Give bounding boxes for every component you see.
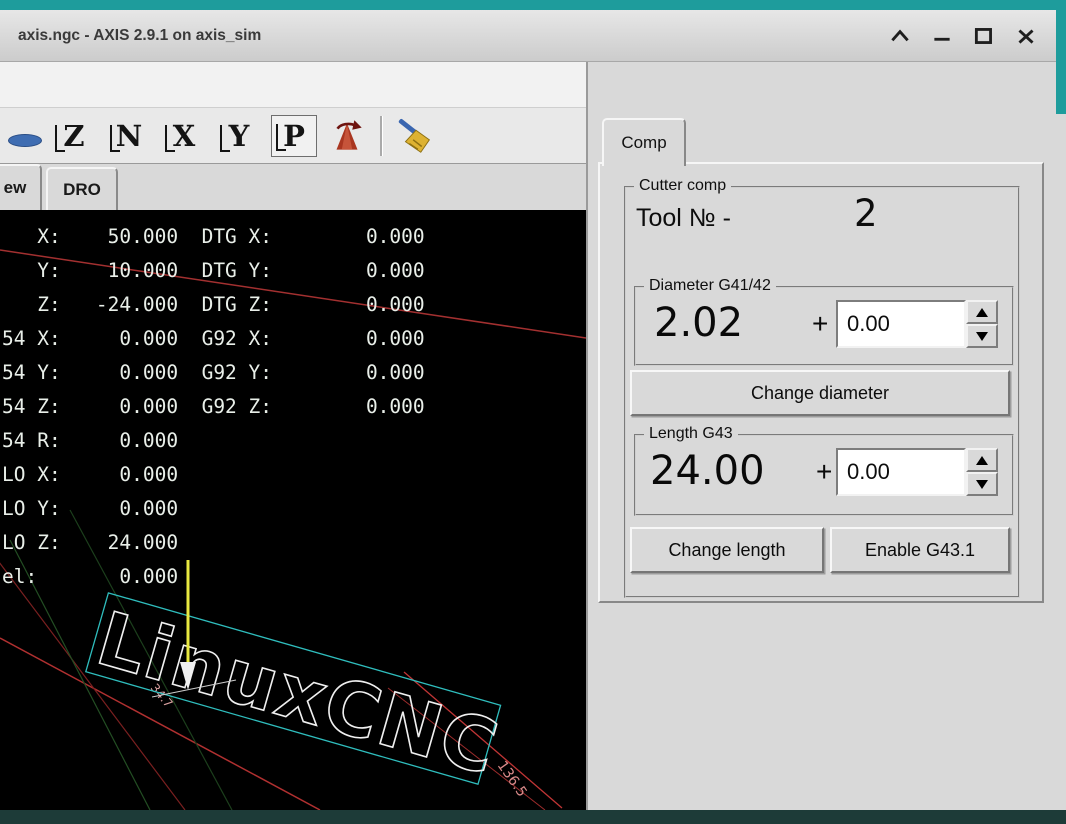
window-title: axis.ngc - AXIS 2.9.1 on axis_sim: [18, 26, 262, 44]
spin-down-button[interactable]: [966, 472, 998, 496]
length-offset-field[interactable]: 0.00: [836, 448, 966, 496]
cutter-comp-group: Cutter comp Tool № - 2 Diameter G41/42 2…: [624, 177, 1020, 598]
view-z-rotated-icon[interactable]: N: [106, 115, 152, 157]
comp-tabpage: Cutter comp Tool № - 2 Diameter G41/42 2…: [598, 162, 1044, 603]
window-frame-right: [1056, 0, 1066, 114]
tool-number-value: 2: [854, 192, 878, 235]
dro-line: 54 X: 0.000 G92 X: 0.000: [2, 327, 425, 350]
change-diameter-button[interactable]: Change diameter: [630, 370, 1010, 416]
length-offset-spin-buttons: [966, 448, 998, 496]
dro-line: Z: -24.000 DTG Z: 0.000: [2, 293, 425, 316]
dro-line: Y: 10.000 DTG Y: 0.000: [2, 259, 425, 282]
triangle-down-icon: [976, 331, 988, 341]
diameter-plus-sign: +: [812, 308, 829, 339]
clear-plot-broom-icon[interactable]: [395, 115, 437, 157]
view-perspective-icon[interactable]: P: [271, 114, 317, 157]
dro-readout: X: 50.000 DTG X: 0.000 Y: 10.000 DTG Y: …: [2, 220, 425, 594]
minimize-icon[interactable]: [930, 26, 954, 46]
dro-line: 54 R: 0.000: [2, 429, 179, 452]
window-frame-top: [0, 0, 1066, 10]
diameter-group: Diameter G41/42 2.02 + 0.00: [634, 277, 1014, 366]
view-y-icon[interactable]: Y: [216, 115, 262, 157]
tab-comp[interactable]: Comp: [602, 118, 686, 166]
comp-panel: Comp Cutter comp Tool № - 2 Diameter G41…: [586, 62, 1066, 810]
diameter-group-title: Diameter G41/42: [644, 277, 776, 295]
zoom-icon[interactable]: [8, 134, 42, 147]
triangle-up-icon: [976, 307, 988, 317]
toolbar: Z N X Y P: [0, 108, 586, 164]
window-frame-bottom: [0, 810, 1066, 824]
length-value: 24.00: [650, 448, 765, 494]
length-plus-sign: +: [816, 456, 833, 487]
view-z-icon[interactable]: Z: [51, 115, 97, 157]
rollup-icon[interactable]: [888, 26, 912, 46]
window-controls: [888, 10, 1038, 62]
length-offset-spinbox: 0.00: [836, 448, 998, 496]
titlebar[interactable]: axis.ngc - AXIS 2.9.1 on axis_sim: [0, 10, 1066, 62]
dro-line: 54 Z: 0.000 G92 Z: 0.000: [2, 395, 425, 418]
preview-canvas[interactable]: 136.5 34.7 LinuxCNC X: 50.000 DTG X: 0.0…: [0, 210, 586, 810]
length-group: Length G43 24.00 + 0.00: [634, 425, 1014, 516]
diameter-offset-spin-buttons: [966, 300, 998, 348]
dro-line: 54 Y: 0.000 G92 Y: 0.000: [2, 361, 425, 384]
cutter-comp-group-title: Cutter comp: [634, 177, 732, 195]
toolbar-separator: [380, 115, 383, 156]
spin-up-button[interactable]: [966, 300, 998, 324]
app-window: axis.ngc - AXIS 2.9.1 on axis_sim Z N X …: [0, 0, 1066, 824]
dro-line: LO Z: 24.000: [2, 531, 179, 554]
diameter-offset-spinbox: 0.00: [836, 300, 998, 348]
diameter-offset-field[interactable]: 0.00: [836, 300, 966, 348]
tab-preview[interactable]: ew: [0, 164, 42, 210]
spin-down-button[interactable]: [966, 324, 998, 348]
triangle-up-icon: [976, 455, 988, 465]
spin-up-button[interactable]: [966, 448, 998, 472]
triangle-down-icon: [976, 479, 988, 489]
dro-line: el: 0.000: [2, 565, 179, 588]
view-x-icon[interactable]: X: [161, 115, 207, 157]
length-group-title: Length G43: [644, 425, 738, 443]
enable-g431-button[interactable]: Enable G43.1: [830, 527, 1010, 573]
tab-dro[interactable]: DRO: [46, 167, 118, 210]
rotate-cone-icon[interactable]: [326, 115, 368, 157]
diameter-value: 2.02: [654, 300, 744, 346]
change-length-button[interactable]: Change length: [630, 527, 824, 573]
dro-line: LO X: 0.000: [2, 463, 179, 486]
dro-line: LO Y: 0.000: [2, 497, 179, 520]
dimension-label-main: 136.5: [494, 758, 530, 800]
left-tab-bar: ew DRO: [0, 164, 586, 210]
tool-number-label: Tool № -: [636, 204, 731, 232]
close-icon[interactable]: [1014, 26, 1038, 46]
linuxcnc-logo-text: LinuxCNC: [88, 596, 508, 792]
maximize-icon[interactable]: [972, 26, 996, 46]
dro-line: X: 50.000 DTG X: 0.000: [2, 225, 425, 248]
